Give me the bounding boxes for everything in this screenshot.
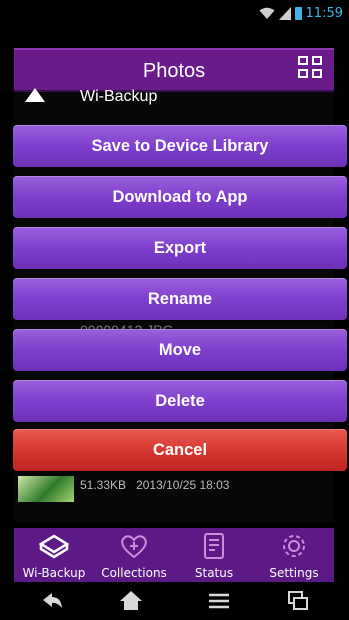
tab-label: Status xyxy=(194,566,234,580)
page-title: Photos xyxy=(142,60,206,82)
photo-thumbnail xyxy=(18,476,74,502)
recent-apps-icon[interactable] xyxy=(284,588,312,614)
system-nav-bar xyxy=(0,582,349,620)
move-button[interactable]: Move xyxy=(13,329,347,371)
heart-icon xyxy=(118,532,150,560)
gear-icon xyxy=(278,532,310,560)
download-to-app-button[interactable]: Download to App xyxy=(13,176,347,218)
file-meta: 51.33KB 2013/10/25 18:03 xyxy=(80,478,230,492)
tab-status[interactable]: Status xyxy=(174,528,254,582)
back-icon[interactable] xyxy=(38,588,66,614)
tab-wi-backup[interactable]: Wi-Backup xyxy=(14,528,94,582)
header-bar: Photos xyxy=(14,48,334,92)
battery-icon xyxy=(294,7,302,20)
status-bar: 11:59 xyxy=(0,0,349,28)
folder-up-icon xyxy=(25,88,45,102)
backup-icon xyxy=(38,532,70,560)
bottom-tab-bar: Wi-Backup Collections Status Settings xyxy=(14,528,334,582)
list-item-label: Wi-Backup xyxy=(80,88,158,105)
wifi-icon xyxy=(259,7,275,19)
tab-label: Settings xyxy=(269,566,319,580)
home-icon[interactable] xyxy=(117,588,145,614)
rename-button[interactable]: Rename xyxy=(13,278,347,320)
save-to-device-library-button[interactable]: Save to Device Library xyxy=(13,125,347,167)
tab-settings[interactable]: Settings xyxy=(254,528,334,582)
tab-label: Collections xyxy=(101,566,167,580)
cancel-button[interactable]: Cancel xyxy=(13,429,347,471)
signal-icon xyxy=(278,7,291,20)
delete-button[interactable]: Delete xyxy=(13,380,347,422)
export-button[interactable]: Export xyxy=(13,227,347,269)
status-doc-icon xyxy=(198,532,230,560)
status-time: 11:59 xyxy=(305,6,343,21)
select-all-checkbox-icon[interactable] xyxy=(298,56,324,82)
tab-label: Wi-Backup xyxy=(22,566,86,580)
tab-collections[interactable]: Collections xyxy=(94,528,174,582)
list-item[interactable]: 51.33KB 2013/10/25 18:03 xyxy=(14,470,334,520)
menu-icon[interactable] xyxy=(205,588,233,614)
